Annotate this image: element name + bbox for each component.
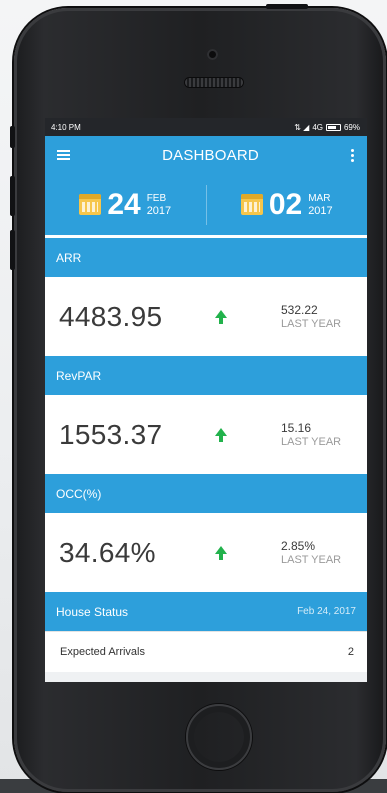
battery-icon bbox=[325, 123, 341, 131]
battery-percent: 69% bbox=[343, 122, 360, 132]
start-month-year: FEB 2017 bbox=[147, 193, 171, 217]
end-year: 2017 bbox=[308, 204, 333, 217]
earpiece-speaker bbox=[185, 78, 243, 87]
list-item-label: Expected Arrivals bbox=[60, 646, 145, 658]
metric-value: 1553.37 bbox=[59, 418, 163, 450]
trend-up-arrow-icon bbox=[215, 309, 227, 324]
last-year-value: 532.22 bbox=[281, 302, 318, 317]
start-date-picker[interactable]: 24 FEB 2017 bbox=[45, 188, 206, 222]
date-range-selector: 24 FEB 2017 02 MAR 2017 bbox=[45, 174, 367, 238]
metric-card-occ[interactable]: 34.64% 2.85% LAST YEAR bbox=[45, 513, 367, 592]
metric-header-arr: ARR bbox=[45, 238, 367, 277]
last-year-value: 2.85% bbox=[281, 538, 316, 553]
end-month: MAR bbox=[308, 192, 331, 204]
page-title: DASHBOARD bbox=[162, 146, 259, 164]
metric-title: ARR bbox=[56, 250, 82, 265]
metric-card-revpar[interactable]: 1553.37 15.16 LAST YEAR bbox=[45, 395, 367, 474]
metric-header-revpar: RevPAR bbox=[45, 356, 367, 395]
end-date-picker[interactable]: 02 MAR 2017 bbox=[207, 188, 368, 222]
mute-switch bbox=[10, 126, 15, 148]
list-item-expected-arrivals[interactable]: Expected Arrivals 2 bbox=[45, 631, 367, 672]
trend-up-arrow-icon bbox=[215, 427, 227, 442]
start-month: FEB bbox=[146, 192, 167, 204]
power-button bbox=[266, 4, 308, 9]
last-year-block: 532.22 LAST YEAR bbox=[281, 303, 341, 331]
home-button[interactable] bbox=[186, 704, 252, 770]
status-time: 4:10 PM bbox=[51, 122, 81, 132]
start-year: 2017 bbox=[146, 204, 172, 217]
metric-header-occ: OCC(%) bbox=[45, 474, 367, 513]
phone-screen: 4:10 PM ⇅ ◢ 4G 69% DASHBOARD 24 FEB 2017… bbox=[45, 118, 367, 682]
signal-icon: ⇅ ◢ bbox=[294, 122, 310, 132]
start-day: 24 bbox=[107, 187, 141, 221]
metric-title: RevPAR bbox=[56, 368, 102, 383]
volume-up-button bbox=[10, 176, 15, 216]
end-month-year: MAR 2017 bbox=[308, 193, 332, 217]
overflow-menu-icon[interactable] bbox=[351, 148, 355, 162]
trend-up-arrow-icon bbox=[215, 545, 227, 560]
last-year-label: LAST YEAR bbox=[281, 317, 342, 330]
end-day: 02 bbox=[268, 187, 303, 221]
house-status-header: House Status Feb 24, 2017 bbox=[45, 592, 367, 631]
last-year-label: LAST YEAR bbox=[281, 553, 342, 566]
app-bar: DASHBOARD bbox=[45, 136, 367, 174]
last-year-value: 15.16 bbox=[281, 420, 312, 435]
calendar-icon bbox=[79, 194, 102, 215]
last-year-label: LAST YEAR bbox=[281, 435, 342, 448]
metric-title: OCC(%) bbox=[56, 486, 102, 501]
front-camera bbox=[207, 49, 218, 60]
hamburger-menu-icon[interactable] bbox=[57, 150, 70, 160]
house-status-date: Feb 24, 2017 bbox=[297, 606, 356, 617]
last-year-block: 15.16 LAST YEAR bbox=[281, 421, 341, 449]
last-year-block: 2.85% LAST YEAR bbox=[281, 539, 341, 567]
metric-value: 4483.95 bbox=[59, 300, 163, 332]
network-type: 4G bbox=[312, 122, 323, 132]
status-bar: 4:10 PM ⇅ ◢ 4G 69% bbox=[45, 118, 367, 136]
status-icons: ⇅ ◢ 4G 69% bbox=[294, 123, 360, 132]
list-item-count: 2 bbox=[347, 646, 354, 658]
calendar-icon bbox=[240, 194, 263, 215]
metric-value: 34.64% bbox=[59, 536, 156, 568]
house-status-title: House Status bbox=[56, 604, 129, 619]
volume-down-button bbox=[10, 230, 15, 270]
metric-card-arr[interactable]: 4483.95 532.22 LAST YEAR bbox=[45, 277, 367, 356]
